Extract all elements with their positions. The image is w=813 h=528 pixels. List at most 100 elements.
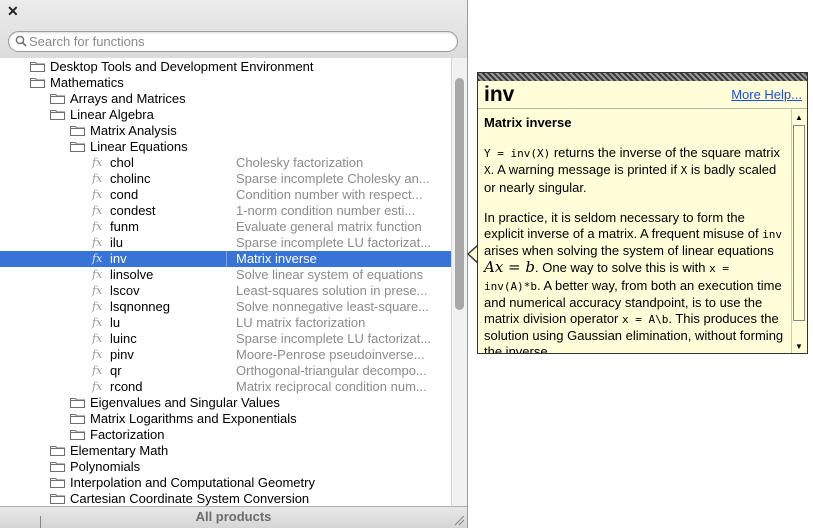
function-description: Sparse incomplete Cholesky an... [236, 171, 430, 186]
function-name: funm [110, 219, 139, 234]
function-description: Matrix inverse [236, 251, 317, 266]
popup-drag-bar[interactable] [478, 73, 807, 81]
tree-folder-row[interactable]: Eigenvalues and Singular Values [0, 395, 451, 411]
tree-folder-row[interactable]: Desktop Tools and Development Environmen… [0, 59, 451, 75]
tree-function-row[interactable]: fx inv Matrix inverse [0, 251, 451, 267]
function-fx-icon: fx [92, 348, 103, 361]
function-description: Solve linear system of equations [236, 267, 424, 282]
function-name: luinc [110, 331, 137, 346]
popup-scrollbar-thumb[interactable] [793, 125, 805, 321]
tree-function-row[interactable]: fx cond Condition number with respect... [0, 187, 451, 203]
folder-label: Elementary Math [70, 443, 169, 458]
folder-icon [70, 125, 85, 136]
folder-label: Linear Equations [90, 139, 188, 154]
tree-function-row[interactable]: fx ilu Sparse incomplete LU factorizat... [0, 235, 451, 251]
scroll-up-arrow-icon[interactable]: ▲ [795, 113, 803, 122]
help-text-run: returns the inverse of the square matrix [550, 145, 781, 161]
function-description: Evaluate general matrix function [236, 219, 422, 234]
function-description: Solve nonnegative least-square... [236, 299, 429, 314]
popup-scrollbar[interactable]: ▲ ▼ [791, 109, 807, 353]
tree-scrollbar-thumb[interactable] [455, 78, 464, 310]
function-name: linsolve [110, 267, 154, 282]
function-fx-icon: fx [92, 364, 103, 377]
tree-function-row[interactable]: fx lscov Least-squares solution in prese..… [0, 283, 451, 299]
function-fx-icon: fx [92, 332, 103, 345]
tree-folder-row[interactable]: Arrays and Matrices [0, 91, 451, 107]
tree-folder-row[interactable]: Linear Equations [0, 139, 451, 155]
tree-folder-row[interactable]: Mathematics [0, 75, 451, 91]
tree-folder-row[interactable]: Polynomials [0, 459, 451, 475]
tree-function-row[interactable]: fx lu LU matrix factorization [0, 315, 451, 331]
function-fx-icon: fx [92, 156, 103, 169]
folder-open-icon [70, 141, 85, 152]
tree-function-row[interactable]: fx lsqnonneg Solve nonnegative least-squar… [0, 299, 451, 315]
function-description: Least-squares solution in prese... [236, 283, 428, 298]
folder-label: Mathematics [50, 75, 124, 90]
folder-icon [50, 477, 65, 488]
code-snippet: inv [762, 228, 783, 242]
folder-icon [70, 397, 85, 408]
function-description: Matrix reciprocal condition num... [236, 379, 427, 394]
math-expression: Ax = b [484, 258, 535, 277]
folder-icon [50, 445, 65, 456]
function-name: inv [110, 251, 127, 266]
search-box[interactable] [8, 31, 458, 52]
function-name: condest [110, 203, 156, 218]
divider [40, 516, 41, 528]
tree-folder-row[interactable]: Factorization [0, 427, 451, 443]
function-name: rcond [110, 379, 143, 394]
tree-folder-row[interactable]: Matrix Logarithms and Exponentials [0, 411, 451, 427]
more-help-link[interactable]: More Help... [731, 87, 802, 102]
folder-icon [70, 413, 85, 424]
tree-function-row[interactable]: fx rcond Matrix reciprocal condition num..… [0, 379, 451, 395]
tree-scrollbar[interactable] [451, 58, 467, 506]
tree-function-row[interactable]: fx cholinc Sparse incomplete Cholesky an..… [0, 171, 451, 187]
tree-folder-row[interactable]: Matrix Analysis [0, 123, 451, 139]
function-fx-icon: fx [92, 284, 103, 297]
popup-header: inv More Help... [478, 81, 807, 109]
tree-function-row[interactable]: fx linsolve Solve linear system of equatio… [0, 267, 451, 283]
tree-function-row[interactable]: fx chol Cholesky factorization [0, 155, 451, 171]
function-name: ilu [110, 235, 124, 250]
help-text-run: . One way to solve this is with [535, 260, 710, 276]
help-subtitle: Matrix inverse [484, 115, 572, 130]
tree-function-row[interactable]: fx funm Evaluate general matrix function [0, 219, 451, 235]
close-icon[interactable]: ✕ [7, 3, 19, 19]
function-title: inv [484, 83, 515, 106]
function-fx-icon: fx [92, 316, 103, 329]
folder-icon [50, 461, 65, 472]
tree-function-row[interactable]: fx condest 1-norm condition number esti... [0, 203, 451, 219]
help-text: Matrix inverse Y = inv(X) returns the in… [484, 109, 786, 353]
column-divider [226, 251, 227, 267]
tree-folder-row[interactable]: Cartesian Coordinate System Conversion [0, 491, 451, 506]
scroll-down-arrow-icon[interactable]: ▼ [795, 342, 803, 351]
function-name: cholinc [110, 171, 151, 186]
tree-folder-row[interactable]: Linear Algebra [0, 107, 451, 123]
function-description: 1-norm condition number esti... [236, 203, 416, 218]
all-products-button[interactable]: All products [0, 509, 467, 524]
function-name: lu [110, 315, 121, 330]
help-text-run: . A warning message is printed if [490, 162, 681, 178]
function-fx-icon: fx [92, 252, 103, 265]
function-description: LU matrix factorization [236, 315, 366, 330]
function-name: lscov [110, 283, 140, 298]
resize-grip-icon[interactable] [453, 514, 465, 526]
tree-function-row[interactable]: fx pinv Moore-Penrose pseudoinverse... [0, 347, 451, 363]
folder-label: Polynomials [70, 459, 141, 474]
function-description: Sparse incomplete LU factorizat... [236, 235, 432, 250]
help-paragraph-2: In practice, it is seldom necessary to f… [484, 210, 786, 353]
tree-function-row[interactable]: fx qr Orthogonal-triangular decompo... [0, 363, 451, 379]
tree-folder-row[interactable]: Interpolation and Computational Geometry [0, 475, 451, 491]
folder-label: Arrays and Matrices [70, 91, 186, 106]
function-description: Sparse incomplete LU factorizat... [236, 331, 432, 346]
tree-folder-row[interactable]: Elementary Math [0, 443, 451, 459]
folder-icon [50, 93, 65, 104]
code-snippet: X [484, 164, 491, 178]
search-input[interactable] [29, 33, 449, 50]
folder-label: Matrix Logarithms and Exponentials [90, 411, 297, 426]
function-fx-icon: fx [92, 268, 103, 281]
tree-function-row[interactable]: fx luinc Sparse incomplete LU factorizat..… [0, 331, 451, 347]
popup-body: Matrix inverse Y = inv(X) returns the in… [478, 109, 791, 353]
function-fx-icon: fx [92, 188, 103, 201]
help-paragraph-1: Y = inv(X) returns the inverse of the sq… [484, 145, 786, 196]
